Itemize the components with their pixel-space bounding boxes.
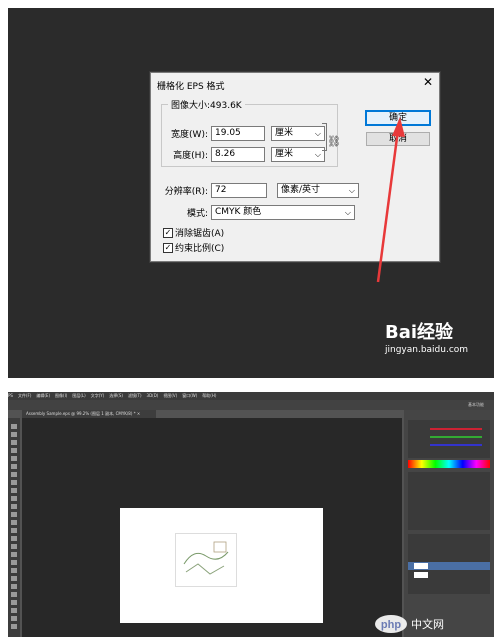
ps-tool-icon[interactable]	[11, 456, 17, 461]
ps-menu-item[interactable]: 选择(S)	[109, 393, 123, 398]
ps-menu-item[interactable]: 图像(I)	[55, 393, 67, 398]
ps-menu-item[interactable]: 图层(L)	[72, 393, 85, 398]
workspace-select[interactable]: 基本功能	[468, 400, 484, 410]
layer-thumbnail	[414, 572, 428, 578]
arrow-head	[392, 117, 405, 137]
ps-tool-icon[interactable]	[11, 488, 17, 493]
ps-menu-item[interactable]: 3D(D)	[147, 393, 159, 398]
ps-menu-item[interactable]: 编辑(E)	[36, 393, 50, 398]
ps-right-panels	[404, 410, 494, 637]
layer-thumbnail	[414, 563, 428, 569]
ps-menu-bar: PS 文件(F) 编辑(E) 图像(I) 图层(L) 文字(Y) 选择(S) 滤镜(T) 3D(…	[8, 392, 494, 400]
ps-tool-icon[interactable]	[11, 496, 17, 501]
ps-tool-icon[interactable]	[11, 432, 17, 437]
document-canvas[interactable]	[120, 508, 323, 623]
ps-tool-icon[interactable]	[11, 624, 17, 629]
ps-tool-icon[interactable]	[11, 592, 17, 597]
ps-menu-item[interactable]: 文件(F)	[18, 393, 31, 398]
svg-text:php: php	[381, 619, 401, 631]
layers-panel	[408, 534, 490, 594]
document-tab[interactable]: Assembly Sample.eps @ 99.2% (图层 1 副本, CM…	[22, 410, 156, 418]
ps-canvas-area	[22, 418, 402, 637]
ps-tool-icon[interactable]	[11, 576, 17, 581]
svg-text:中文网: 中文网	[411, 617, 444, 631]
php-logo-graphic: php 中文网	[375, 615, 444, 633]
ps-menu-item[interactable]: 窗口(W)	[182, 393, 197, 398]
ps-tool-icon[interactable]	[11, 480, 17, 485]
ps-menu-item[interactable]: 视图(V)	[163, 393, 177, 398]
baidu-jingyan-watermark: Bai经验 jingyan.baidu.com	[385, 318, 468, 355]
ps-menu-item[interactable]: 文字(Y)	[91, 393, 105, 398]
ps-tool-icon[interactable]	[11, 608, 17, 613]
ps-tool-icon[interactable]	[11, 440, 17, 445]
php-watermark: php 中文网	[373, 613, 493, 639]
ps-tool-icon[interactable]	[11, 528, 17, 533]
ps-tool-icon[interactable]	[11, 544, 17, 549]
ps-tool-icon[interactable]	[11, 536, 17, 541]
ps-tool-icon[interactable]	[11, 424, 17, 429]
ps-options-bar: 基本功能	[8, 400, 494, 410]
ps-tool-icon[interactable]	[11, 504, 17, 509]
ps-tool-icon[interactable]	[11, 552, 17, 557]
ps-tool-icon[interactable]	[11, 584, 17, 589]
watermark-logo: Bai经验	[385, 322, 454, 343]
ps-tool-icon[interactable]	[11, 472, 17, 477]
adjustments-panel	[408, 472, 490, 530]
ps-tool-icon[interactable]	[11, 600, 17, 605]
drawing-sketch	[183, 541, 229, 575]
photoshop-window: PS 文件(F) 编辑(E) 图像(I) 图层(L) 文字(Y) 选择(S) 滤镜(T) 3D(…	[8, 392, 494, 637]
ps-tool-icon[interactable]	[11, 448, 17, 453]
ps-tool-icon[interactable]	[11, 512, 17, 517]
color-spectrum[interactable]	[408, 460, 490, 468]
ps-menu-item[interactable]: 帮助(H)	[202, 393, 216, 398]
ps-tool-icon[interactable]	[11, 560, 17, 565]
ps-tool-icon[interactable]	[11, 616, 17, 621]
ps-tool-icon[interactable]	[11, 464, 17, 469]
ps-menu-item[interactable]: 滤镜(T)	[128, 393, 142, 398]
eps-drawing-preview	[175, 533, 237, 587]
ps-menu-item[interactable]: PS	[8, 393, 13, 398]
arrow-shaft	[376, 129, 400, 283]
color-panel	[408, 420, 490, 458]
watermark-site: jingyan.baidu.com	[385, 345, 469, 355]
ps-tool-icon[interactable]	[11, 568, 17, 573]
ps-tool-icon[interactable]	[11, 520, 17, 525]
ps-toolbar	[8, 418, 20, 637]
